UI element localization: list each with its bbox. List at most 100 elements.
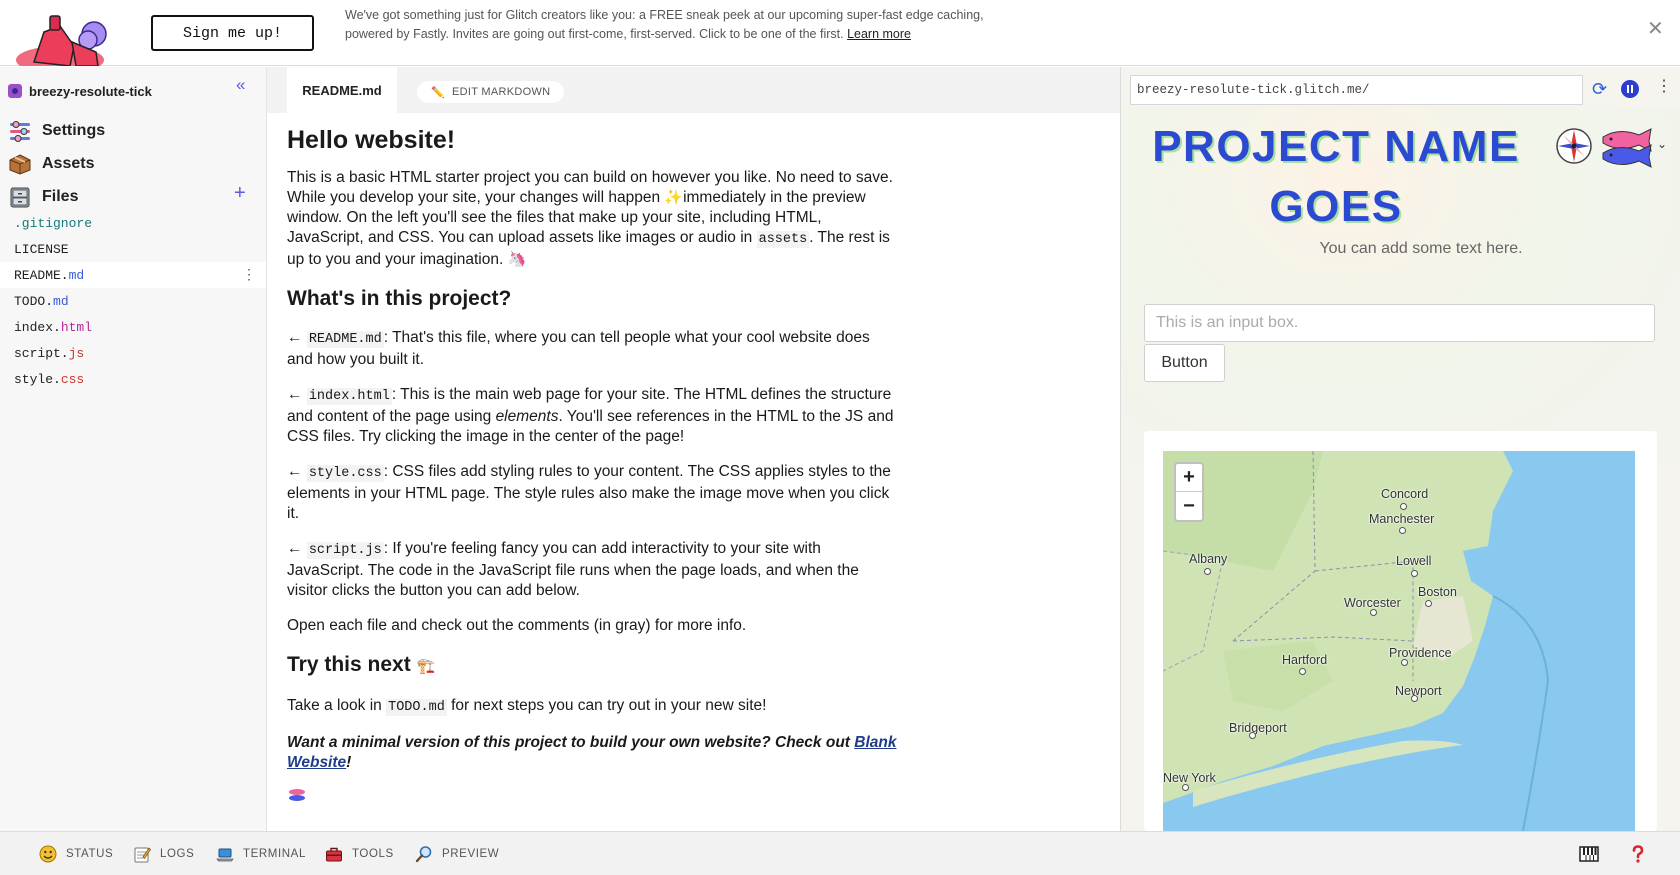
text: for next steps you can try out in your n… [446, 697, 767, 714]
city-dot [1249, 732, 1256, 739]
file-options-icon[interactable]: ⋮ [242, 267, 256, 284]
project-item-index: ← index.html: This is the main web page … [287, 385, 897, 447]
unicorn-icon: 🦄 [507, 251, 527, 268]
preview-url-field[interactable]: breezy-resolute-tick.glitch.me/ [1130, 75, 1583, 105]
readme-heading: Hello website! [287, 126, 456, 154]
site-button[interactable]: Button [1144, 344, 1225, 382]
markdown-preview: Hello website! This is a basic HTML star… [267, 113, 1120, 831]
arrow-left-icon: ← [287, 329, 303, 346]
file-item-index-html[interactable]: index. html [0, 314, 266, 340]
file-name: script. [14, 345, 69, 361]
help-question-icon[interactable] [1628, 844, 1648, 864]
site-subtitle: You can add some text here. [1319, 240, 1523, 257]
tools-button[interactable]: TOOLS [325, 844, 394, 864]
zoom-control: + − [1174, 462, 1204, 522]
file-name: README. [14, 267, 69, 283]
sidebar-item-label: Settings [42, 122, 106, 139]
bottom-bar-label: TOOLS [352, 848, 394, 860]
city-dot [1399, 527, 1406, 534]
logs-notepad-icon [133, 845, 151, 863]
text: Take a look in [287, 697, 387, 714]
city-label: Boston [1418, 585, 1457, 599]
app-preview-pane: breezy-resolute-tick.glitch.me/ ⟳ ⋮ PROJ… [1120, 67, 1680, 831]
files-cabinet-icon [8, 186, 32, 208]
map[interactable]: + − Concord Manchester Albany Lowell Bos… [1163, 451, 1635, 831]
construction-crane-icon: 🏗️ [416, 658, 436, 675]
tab-readme[interactable]: README.md [287, 67, 397, 113]
smiley-status-icon [39, 845, 57, 863]
preview-button[interactable]: PREVIEW [415, 844, 499, 864]
sidebar-item-label: Files [42, 188, 79, 205]
city-dot [1411, 695, 1418, 702]
sidebar-item-files[interactable]: Files [8, 185, 78, 209]
bottom-bar-label: STATUS [66, 848, 114, 860]
arrow-left-icon: ← [287, 463, 303, 480]
arrow-left-icon: ← [287, 386, 303, 403]
take-look-text: Take a look in TODO.md for next steps yo… [287, 696, 897, 718]
sidebar-item-assets[interactable]: Assets [8, 152, 94, 176]
file-item-readme[interactable]: README. md ⋮ [0, 262, 266, 288]
inline-code: index.html [306, 388, 392, 405]
pause-icon[interactable] [1621, 80, 1639, 98]
glitch-fish-logo-icon[interactable] [1599, 125, 1655, 169]
city-dot [1182, 784, 1189, 791]
city-label: Manchester [1369, 512, 1435, 526]
readme-content: Hello website! This is a basic HTML star… [287, 113, 897, 808]
add-file-icon[interactable]: + [234, 183, 246, 203]
site-title: PROJECT NAME GOES [1152, 122, 1520, 231]
file-extension: html [60, 319, 93, 335]
inline-code: README.md [306, 331, 384, 348]
city-dot [1299, 668, 1306, 675]
city-label: Newport [1395, 684, 1442, 698]
glitch-fish-logo-icon [287, 788, 897, 808]
city-dot [1370, 609, 1377, 616]
project-name: breezy-resolute-tick [29, 83, 152, 99]
zoom-in-button[interactable]: + [1176, 464, 1202, 492]
edit-markdown-button[interactable]: ✏️ EDIT MARKDOWN [417, 81, 565, 103]
learn-more-link[interactable]: Learn more [847, 27, 911, 41]
file-extension: md [53, 293, 69, 309]
project-avatar [8, 84, 22, 98]
city-dot [1411, 570, 1418, 577]
assets-box-icon [8, 153, 32, 175]
zoom-out-button[interactable]: − [1176, 492, 1202, 520]
file-item-style-css[interactable]: style. css [0, 366, 266, 392]
toolbox-icon [325, 845, 343, 863]
edit-markdown-label: EDIT MARKDOWN [452, 86, 551, 98]
sidebar-item-settings[interactable]: Settings [8, 119, 105, 143]
readme-intro: This is a basic HTML starter project you… [287, 168, 897, 270]
close-icon[interactable]: ✕ [1647, 19, 1664, 39]
chevron-down-icon[interactable]: ⌄ [1657, 137, 1667, 151]
refresh-icon[interactable]: ⟳ [1592, 79, 1612, 99]
minimal-version-text: Want a minimal version of this project t… [287, 733, 897, 773]
sign-me-up-button[interactable]: Sign me up! [151, 15, 314, 51]
inline-code: TODO.md [386, 699, 447, 716]
city-label: Hartford [1282, 653, 1328, 667]
collapse-sidebar-icon[interactable]: « [236, 75, 245, 95]
file-name: .gitignore [14, 215, 93, 231]
file-item-gitignore[interactable]: .gitignore [0, 210, 266, 236]
site-input-box[interactable] [1144, 304, 1655, 342]
heading-text: Try this next [287, 653, 411, 676]
keyboard-piano-icon[interactable] [1579, 844, 1599, 864]
file-item-license[interactable]: LICENSE [0, 236, 266, 262]
status-button[interactable]: STATUS [39, 844, 113, 864]
logs-button[interactable]: LOGS [133, 844, 194, 864]
open-each-text: Open each file and check out the comment… [287, 617, 747, 634]
bottom-toolbar: STATUS LOGS TERMINAL TOOLS PREVIEW [0, 831, 1680, 875]
bottom-bar-label: TERMINAL [243, 848, 306, 860]
project-item-style: ← style.css: CSS files add styling rules… [287, 462, 897, 524]
file-item-todo[interactable]: TODO. md [0, 288, 266, 314]
project-header[interactable]: breezy-resolute-tick [8, 81, 260, 101]
file-name: LICENSE [14, 241, 69, 257]
file-item-script-js[interactable]: script. js [0, 340, 266, 366]
item-emphasis: elements [495, 408, 559, 425]
terminal-button[interactable]: TERMINAL [216, 844, 306, 864]
file-name: index. [14, 319, 61, 335]
city-label: Worcester [1344, 596, 1401, 610]
project-item-script: ← script.js: If you're feeling fancy you… [287, 539, 897, 601]
banner-message: We've got something just for Glitch crea… [345, 6, 985, 43]
pencil-icon: ✏️ [431, 86, 445, 99]
more-options-icon[interactable]: ⋮ [1656, 76, 1672, 96]
inline-code: assets [756, 231, 810, 248]
